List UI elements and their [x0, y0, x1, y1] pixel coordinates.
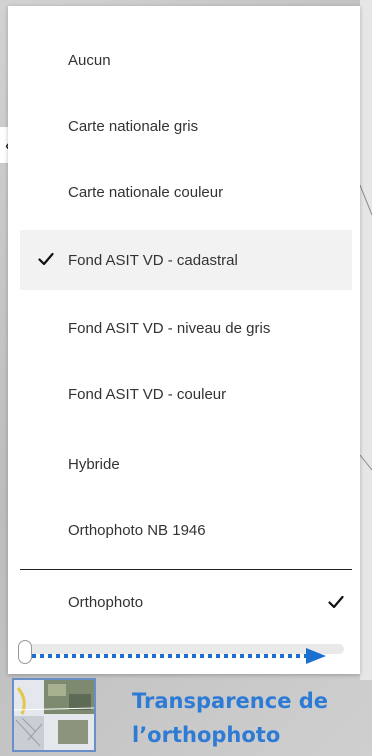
overlay-label: Orthophoto	[68, 594, 144, 611]
menu-item-fond-asit-couleur[interactable]: Fond ASIT VD - couleur	[20, 364, 352, 424]
menu-item-label: Carte nationale couleur	[68, 183, 224, 201]
basemap-thumbnail[interactable]	[12, 678, 96, 752]
menu-item-label: Fond ASIT VD - couleur	[68, 385, 227, 403]
menu-item-hybride[interactable]: Hybride	[20, 434, 352, 494]
map-edge	[360, 0, 372, 680]
dotted-arrow-icon	[32, 648, 326, 664]
checkmark-icon	[328, 595, 344, 609]
caption-line-2: l’orthophoto	[132, 723, 281, 747]
menu-item-fond-asit-niveau-de-gris[interactable]: Fond ASIT VD - niveau de gris	[20, 298, 352, 358]
menu-item-label: Fond ASIT VD - niveau de gris	[68, 319, 271, 337]
caption-line-1: Transparence de	[132, 689, 329, 713]
menu-item-orthophoto-nb-1946[interactable]: Orthophoto NB 1946	[20, 500, 352, 560]
menu-item-label: Aucun	[68, 51, 111, 69]
checkmark-icon	[38, 252, 54, 266]
overlay-toggle-orthophoto[interactable]: Orthophoto	[20, 573, 352, 633]
menu-item-label: Fond ASIT VD - cadastral	[68, 251, 238, 269]
menu-item-label: Hybride	[68, 455, 120, 473]
menu-item-label: Orthophoto NB 1946	[68, 521, 206, 539]
menu-item-aucun[interactable]: Aucun	[20, 30, 352, 90]
menu-item-carte-nationale-couleur[interactable]: Carte nationale couleur	[20, 162, 352, 222]
basemap-menu: Aucun Carte nationale gris Carte nationa…	[8, 6, 360, 674]
menu-item-fond-asit-cadastral[interactable]: Fond ASIT VD - cadastral	[20, 230, 352, 290]
menu-item-label: Carte nationale gris	[68, 117, 199, 135]
transparency-caption: Transparence de l’orthophoto	[132, 684, 368, 752]
menu-divider	[20, 569, 352, 570]
map-thumbnail-image	[14, 680, 94, 750]
menu-item-carte-nationale-gris[interactable]: Carte nationale gris	[20, 96, 352, 156]
